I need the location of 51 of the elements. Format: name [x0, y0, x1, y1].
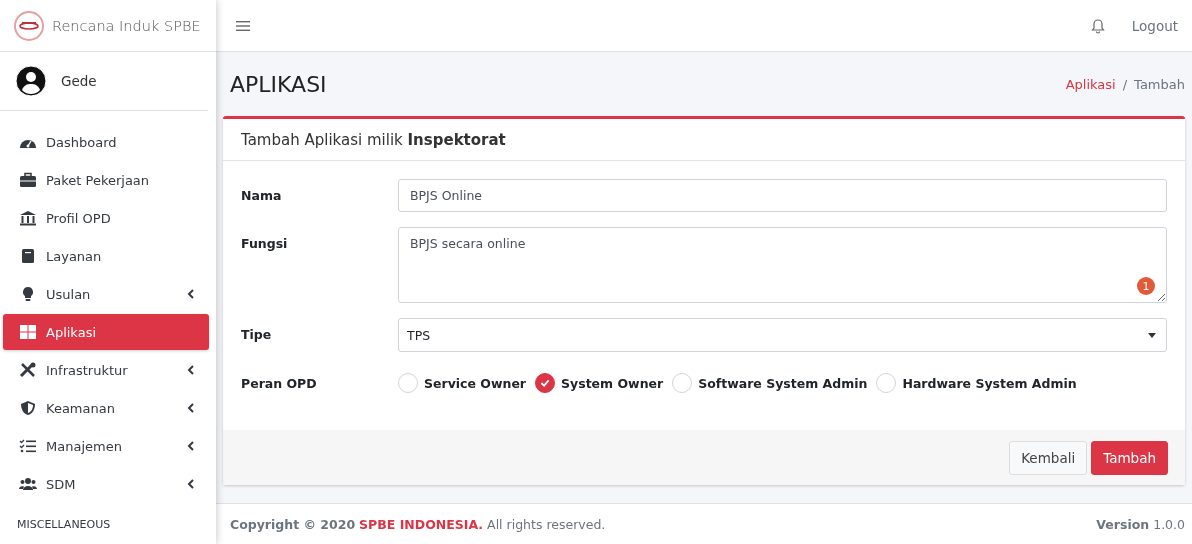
breadcrumb-separator: /: [1122, 76, 1128, 92]
logo-icon: [14, 10, 44, 41]
version-text: Version 1.0.0: [1096, 516, 1185, 532]
avatar-icon: [15, 65, 47, 97]
field-label: Nama: [241, 187, 283, 205]
bell-icon[interactable]: [1089, 17, 1106, 34]
nav-item[interactable]: SDM: [3, 466, 209, 502]
nav-item[interactable]: Keamanan: [3, 390, 209, 426]
brand-title[interactable]: Rencana Induk SPBE: [52, 17, 201, 34]
users-icon: [19, 476, 37, 492]
field-label: Peran OPD: [241, 375, 318, 393]
chevron-left-icon: [187, 403, 195, 413]
book-icon: [19, 248, 37, 264]
field-label: Fungsi: [241, 235, 289, 253]
chevron-left-icon: [187, 441, 195, 451]
nav-item[interactable]: Paket Pekerjaan: [3, 162, 209, 198]
select-field[interactable]: TPS: [398, 318, 1167, 352]
menu-icon[interactable]: [236, 19, 250, 32]
input-field[interactable]: BPJS Online: [398, 179, 1167, 212]
card-title: Tambah Aplikasi milik Inspektorat: [241, 130, 506, 149]
field-label: Tipe: [241, 326, 273, 344]
user-name[interactable]: Gede: [61, 73, 97, 89]
tools-icon: [19, 362, 37, 378]
chevron-left-icon: [187, 365, 195, 375]
checkbox-option[interactable]: Hardware System Admin: [876, 373, 1077, 393]
nav-item[interactable]: Aplikasi: [3, 314, 209, 350]
page-title: APLIKASI: [230, 71, 327, 97]
grid-icon: [19, 324, 37, 340]
nav-item[interactable]: Dashboard: [3, 124, 209, 160]
logout-link[interactable]: Logout: [1131, 17, 1178, 34]
nav-item[interactable]: Usulan: [3, 276, 209, 312]
breadcrumb-link[interactable]: Aplikasi: [1065, 76, 1116, 92]
caret-icon: [1148, 332, 1156, 338]
checklist-icon: [19, 438, 37, 454]
checkbox-option[interactable]: Software System Admin: [672, 373, 868, 393]
checkbox-option[interactable]: System Owner: [535, 373, 664, 393]
copyright-text: Copyright © 2020 SPBE INDONESIA. All rights reserved.: [230, 516, 606, 532]
shield-icon: [19, 400, 37, 416]
submit-button[interactable]: Tambah: [1091, 440, 1168, 475]
bank-icon: [19, 210, 37, 226]
section-header: MISCELLANEOUS: [17, 518, 112, 531]
nav-item[interactable]: Manajemen: [3, 428, 209, 464]
chevron-left-icon: [187, 289, 195, 299]
briefcase-icon: [19, 172, 37, 188]
nav-item[interactable]: Profil OPD: [3, 200, 209, 236]
nav-item[interactable]: Layanan: [3, 238, 209, 274]
chevron-left-icon: [187, 479, 195, 489]
back-button[interactable]: Kembali: [1009, 440, 1088, 475]
checkbox-option[interactable]: Service Owner: [398, 373, 527, 393]
breadcrumb-current: Tambah: [1134, 76, 1185, 92]
nav-item[interactable]: Infrastruktur: [3, 352, 209, 388]
